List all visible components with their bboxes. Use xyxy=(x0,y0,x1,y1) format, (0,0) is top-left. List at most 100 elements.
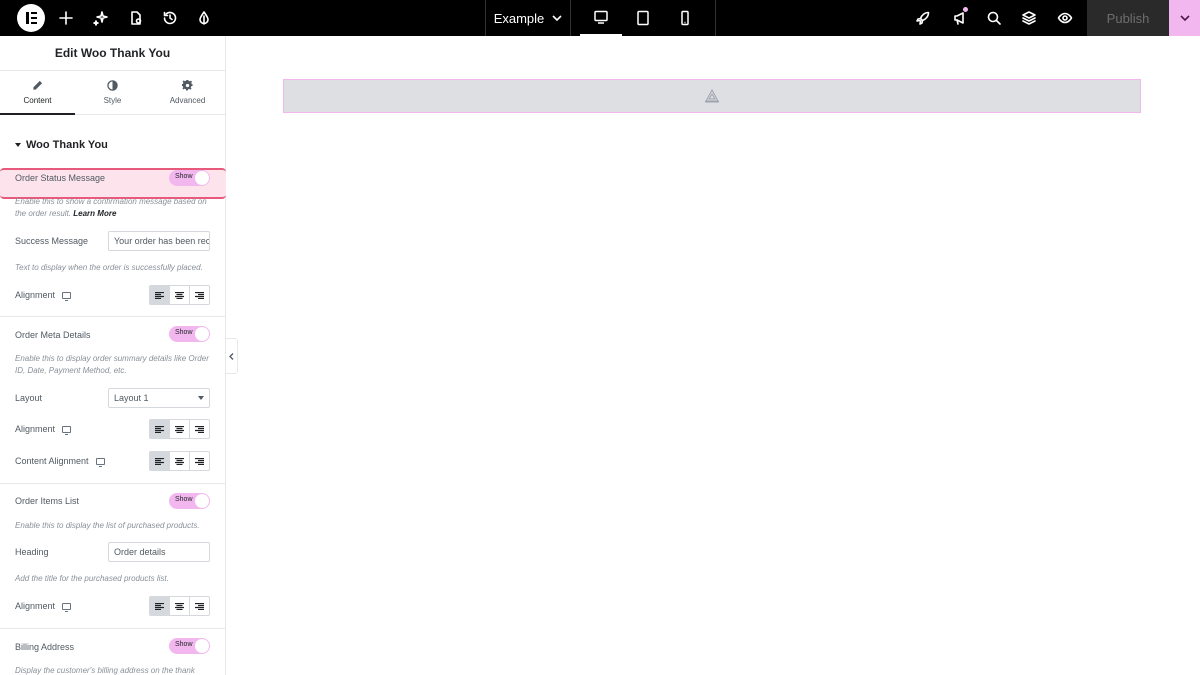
page-settings-icon[interactable] xyxy=(126,8,146,28)
tab-label: Advanced xyxy=(169,96,206,105)
align-left-icon xyxy=(155,425,164,433)
alignment-control xyxy=(149,285,210,305)
align-right-button[interactable] xyxy=(189,286,209,304)
pencil-icon xyxy=(33,80,43,90)
divider xyxy=(0,483,226,484)
success-message-label: Success Message xyxy=(15,236,89,246)
search-icon[interactable] xyxy=(984,8,1004,28)
divider xyxy=(0,316,226,317)
layout-select[interactable]: Layout 1 xyxy=(108,388,210,408)
align-center-button[interactable] xyxy=(169,597,189,615)
align-left-icon xyxy=(155,291,164,299)
desktop-responsive-icon[interactable] xyxy=(62,292,72,302)
align-left-button[interactable] xyxy=(150,286,169,304)
caret-down-icon xyxy=(15,143,21,147)
content-alignment-label: Content Alignment xyxy=(15,456,105,468)
half-circle-icon xyxy=(107,80,118,91)
mobile-view-button[interactable] xyxy=(664,0,706,36)
align-left-button[interactable] xyxy=(150,452,169,470)
document-title-dropdown[interactable]: Example xyxy=(486,0,570,36)
align-right-button[interactable] xyxy=(189,420,209,438)
desktop-icon xyxy=(594,10,608,24)
align-right-button[interactable] xyxy=(189,452,209,470)
layers-icon[interactable] xyxy=(1019,8,1039,28)
align-center-button[interactable] xyxy=(169,420,189,438)
mobile-icon xyxy=(681,10,689,26)
publish-button[interactable]: Publish xyxy=(1087,0,1169,36)
panel-title: Edit Woo Thank You xyxy=(0,36,225,71)
alignment-label: Alignment xyxy=(15,424,72,436)
order-status-toggle[interactable]: Show xyxy=(169,170,210,186)
heading-label: Heading xyxy=(15,547,49,557)
align-right-icon xyxy=(195,291,204,299)
tablet-view-button[interactable] xyxy=(622,0,664,36)
elementor-logo-icon[interactable] xyxy=(17,4,45,32)
align-right-button[interactable] xyxy=(189,597,209,615)
site-settings-drop-icon[interactable] xyxy=(194,8,214,28)
heading-description: Add the title for the purchased products… xyxy=(15,574,169,583)
alignment-label: Alignment xyxy=(15,601,72,613)
align-left-icon xyxy=(155,602,164,610)
section-toggle-woo-thank-you[interactable]: Woo Thank You xyxy=(15,139,108,151)
ai-sparkle-icon[interactable] xyxy=(91,8,111,28)
gear-icon xyxy=(182,80,193,91)
align-left-button[interactable] xyxy=(150,597,169,615)
dropdown-arrow-icon xyxy=(198,396,204,400)
document-title: Example xyxy=(493,10,545,26)
widget-placeholder-icon xyxy=(705,88,719,103)
order-status-description: Enable this to show a confirmation messa… xyxy=(15,196,211,220)
alignment-control xyxy=(149,596,210,616)
billing-address-label: Billing Address xyxy=(15,642,75,652)
learn-more-link[interactable]: Learn More xyxy=(73,209,116,218)
success-message-description: Text to display when the order is succes… xyxy=(15,263,203,272)
add-element-icon[interactable] xyxy=(56,8,76,28)
tab-label: Style xyxy=(103,96,122,105)
section-title: Woo Thank You xyxy=(26,139,108,151)
tab-content[interactable]: Content xyxy=(0,71,75,115)
desktop-responsive-icon[interactable] xyxy=(95,458,105,468)
align-center-icon xyxy=(175,602,184,610)
tab-style[interactable]: Style xyxy=(75,71,150,114)
align-right-icon xyxy=(195,602,204,610)
publish-options-button[interactable] xyxy=(1169,0,1200,36)
label-text: Alignment xyxy=(15,290,56,300)
divider xyxy=(0,628,226,629)
notification-dot xyxy=(963,7,968,12)
desktop-responsive-icon[interactable] xyxy=(62,603,72,613)
align-center-icon xyxy=(175,457,184,465)
layout-select-value: Layout 1 xyxy=(114,393,149,403)
order-items-description: Enable this to display the list of purch… xyxy=(15,521,200,530)
panel-tabs: Content Style Advanced xyxy=(0,71,225,115)
preview-eye-icon[interactable] xyxy=(1055,8,1075,28)
order-meta-toggle[interactable]: Show xyxy=(169,326,210,342)
tab-advanced[interactable]: Advanced xyxy=(150,71,225,114)
rocket-icon[interactable] xyxy=(913,8,933,28)
billing-address-toggle[interactable]: Show xyxy=(169,638,210,654)
align-center-button[interactable] xyxy=(169,286,189,304)
chevron-down-icon xyxy=(1179,15,1190,22)
heading-input[interactable]: Order details xyxy=(108,542,210,562)
align-right-icon xyxy=(195,425,204,433)
desktop-view-button[interactable] xyxy=(580,0,622,36)
tab-label: Content xyxy=(23,96,52,105)
history-icon[interactable] xyxy=(160,8,180,28)
chevron-down-icon xyxy=(552,15,562,22)
content-alignment-control xyxy=(149,451,210,471)
desktop-responsive-icon[interactable] xyxy=(62,426,72,436)
order-status-label: Order Status Message xyxy=(15,173,106,183)
align-left-icon xyxy=(155,457,164,465)
align-left-button[interactable] xyxy=(150,420,169,438)
align-center-button[interactable] xyxy=(169,452,189,470)
top-bar: Example Publish xyxy=(0,0,1200,36)
collapse-panel-button[interactable] xyxy=(226,338,238,374)
align-center-icon xyxy=(175,425,184,433)
widget-placeholder[interactable] xyxy=(283,79,1141,113)
success-message-input[interactable]: Your order has been received xyxy=(108,231,210,251)
label-text: Alignment xyxy=(15,601,56,611)
label-text: Alignment xyxy=(15,424,56,434)
order-items-toggle[interactable]: Show xyxy=(169,493,210,509)
billing-address-description: Display the customer's billing address o… xyxy=(15,666,195,675)
toggle-label: Show xyxy=(175,641,193,648)
separator xyxy=(715,0,716,36)
layout-label: Layout xyxy=(15,393,43,403)
